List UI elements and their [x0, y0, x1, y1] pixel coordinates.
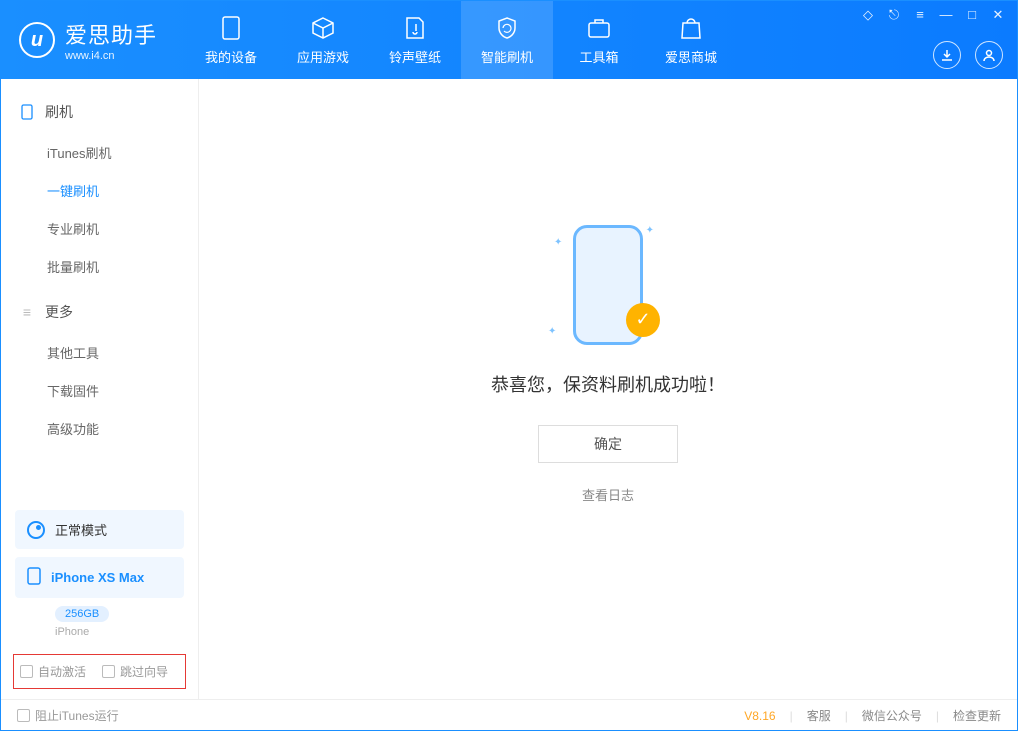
wechat-link[interactable]: 微信公众号: [862, 707, 922, 724]
checkmark-badge-icon: ✓: [626, 303, 660, 337]
mode-icon: [27, 521, 45, 539]
sidebar-item-other-tools[interactable]: 其他工具: [1, 333, 198, 371]
device-icon: [27, 567, 41, 588]
sparkle-icon: ✦: [646, 225, 654, 236]
app-url: www.i4.cn: [65, 50, 157, 62]
app-name: 爱思助手: [65, 18, 157, 50]
tab-label: 铃声壁纸: [389, 47, 441, 66]
tab-flash[interactable]: 智能刷机: [461, 1, 553, 79]
phone-outline-icon: [19, 104, 35, 120]
user-button[interactable]: [975, 41, 1003, 69]
music-file-icon: [402, 15, 428, 41]
sidebar-group-flash: 刷机: [1, 97, 198, 133]
sidebar-group-label: 刷机: [45, 102, 73, 122]
phone-icon: [218, 15, 244, 41]
bag-icon: [678, 15, 704, 41]
sidebar-item-pro-flash[interactable]: 专业刷机: [1, 209, 198, 247]
tab-label: 工具箱: [580, 47, 619, 66]
sidebar-item-oneclick-flash[interactable]: 一键刷机: [1, 171, 198, 209]
support-link[interactable]: 客服: [807, 707, 831, 724]
success-illustration: ✦ ✦ ✦ ✓: [538, 215, 678, 355]
storage-badge: 256GB: [55, 606, 109, 622]
header: u 爱思助手 www.i4.cn 我的设备 应用游戏 铃声壁纸 智能刷机 工具箱: [1, 1, 1017, 79]
tab-apps[interactable]: 应用游戏: [277, 1, 369, 79]
sidebar-item-download-fw[interactable]: 下载固件: [1, 371, 198, 409]
cube-icon: [310, 15, 336, 41]
tab-store[interactable]: 爱思商城: [645, 1, 737, 79]
close-icon[interactable]: ✕: [989, 7, 1007, 23]
window-controls: ◇ ⎋ ≡ — □ ✕: [859, 7, 1007, 23]
skip-guide-checkbox[interactable]: 跳过向导: [102, 663, 168, 680]
tab-toolbox[interactable]: 工具箱: [553, 1, 645, 79]
success-message: 恭喜您，保资料刷机成功啦！: [491, 371, 725, 397]
flash-options: 自动激活 跳过向导: [13, 654, 186, 689]
sparkle-icon: ✦: [554, 237, 562, 248]
lock-icon[interactable]: ⎋: [885, 7, 903, 23]
download-button[interactable]: [933, 41, 961, 69]
main-content: ✦ ✦ ✦ ✓ 恭喜您，保资料刷机成功啦！ 确定 查看日志: [199, 79, 1017, 699]
sparkle-icon: ✦: [548, 326, 556, 337]
briefcase-icon: [586, 15, 612, 41]
device-name: iPhone XS Max: [51, 570, 144, 585]
sidebar-item-itunes-flash[interactable]: iTunes刷机: [1, 133, 198, 171]
main-tabs: 我的设备 应用游戏 铃声壁纸 智能刷机 工具箱 爱思商城: [185, 1, 737, 79]
maximize-icon[interactable]: □: [963, 7, 981, 23]
auto-activate-checkbox[interactable]: 自动激活: [20, 663, 86, 680]
device-mode[interactable]: 正常模式: [15, 510, 184, 549]
tab-label: 爱思商城: [665, 47, 717, 66]
device-card[interactable]: iPhone XS Max: [15, 557, 184, 598]
shield-refresh-icon: [494, 15, 520, 41]
block-itunes-checkbox[interactable]: 阻止iTunes运行: [17, 707, 119, 724]
shirt-icon[interactable]: ◇: [859, 7, 877, 23]
version-label: V8.16: [744, 709, 775, 723]
sidebar-group-more: ≡ 更多: [1, 297, 198, 333]
list-icon: ≡: [19, 304, 35, 320]
header-actions: [933, 41, 1003, 69]
ok-button[interactable]: 确定: [538, 425, 678, 463]
tab-label: 我的设备: [205, 47, 257, 66]
tab-label: 应用游戏: [297, 47, 349, 66]
device-mode-label: 正常模式: [55, 520, 107, 539]
logo: u 爱思助手 www.i4.cn: [19, 18, 157, 62]
minimize-icon[interactable]: —: [937, 7, 955, 23]
sidebar-item-advanced[interactable]: 高级功能: [1, 409, 198, 447]
tab-ringtones[interactable]: 铃声壁纸: [369, 1, 461, 79]
sidebar-item-batch-flash[interactable]: 批量刷机: [1, 247, 198, 285]
check-update-link[interactable]: 检查更新: [953, 707, 1001, 724]
footer: 阻止iTunes运行 V8.16 | 客服 | 微信公众号 | 检查更新: [1, 699, 1017, 731]
sidebar: 刷机 iTunes刷机 一键刷机 专业刷机 批量刷机 ≡ 更多 其他工具 下载固…: [1, 79, 199, 699]
view-log-link[interactable]: 查看日志: [582, 485, 634, 504]
tab-my-device[interactable]: 我的设备: [185, 1, 277, 79]
tab-label: 智能刷机: [481, 47, 533, 66]
logo-icon: u: [19, 22, 55, 58]
device-type: iPhone: [15, 626, 184, 638]
menu-icon[interactable]: ≡: [911, 7, 929, 23]
sidebar-group-label: 更多: [45, 302, 73, 322]
